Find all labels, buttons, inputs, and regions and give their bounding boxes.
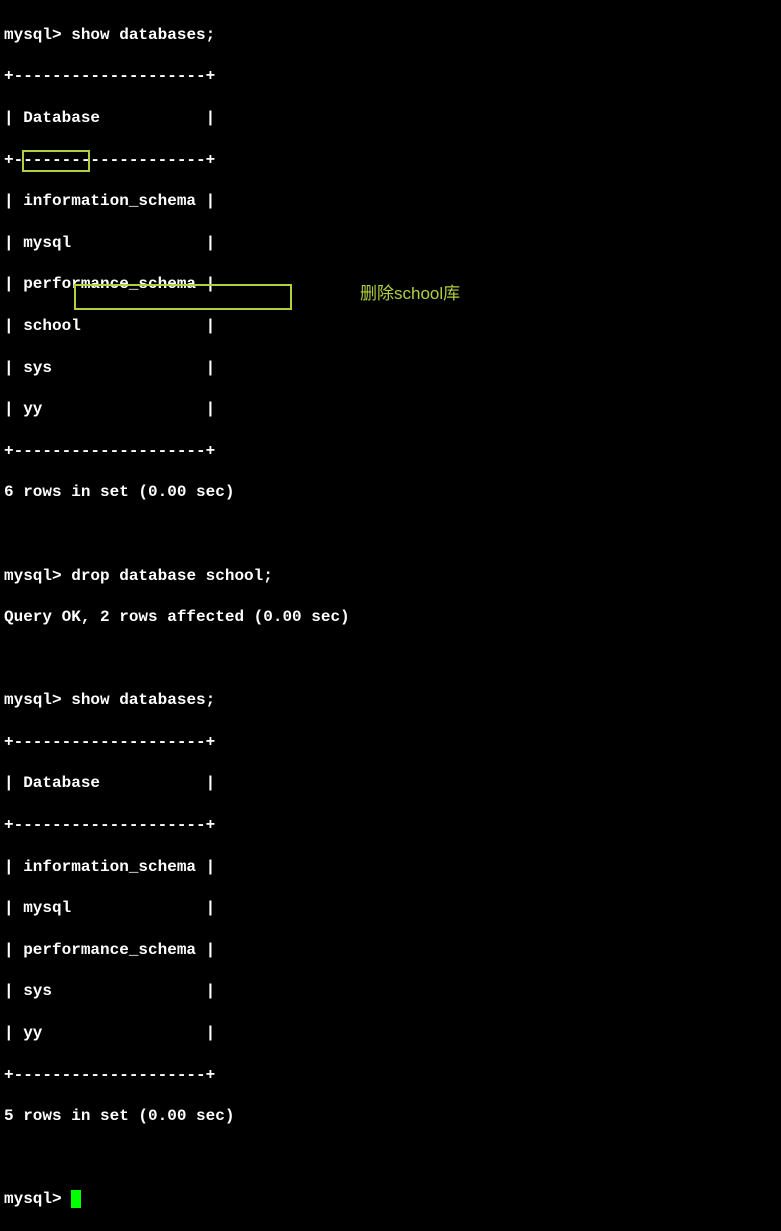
command-show-databases: show databases; <box>71 691 215 709</box>
table-row: | mysql | <box>4 233 777 254</box>
prompt: mysql> <box>4 26 62 44</box>
table-border: +--------------------+ <box>4 441 777 462</box>
table-row: | information_schema | <box>4 191 777 212</box>
table-header: | Database | <box>4 108 777 129</box>
table-header: | Database | <box>4 773 777 794</box>
result-summary: 5 rows in set (0.00 sec) <box>4 1106 777 1127</box>
table-row: | information_schema | <box>4 857 777 878</box>
table-border: +--------------------+ <box>4 815 777 836</box>
blank-line <box>4 524 777 545</box>
prompt: mysql> <box>4 567 62 585</box>
cmd-line-1: mysql> show databases; <box>4 25 777 46</box>
query-result: Query OK, 2 rows affected (0.00 sec) <box>4 607 777 628</box>
prompt-line[interactable]: mysql> <box>4 1189 777 1210</box>
result-summary: 6 rows in set (0.00 sec) <box>4 482 777 503</box>
table-row: | performance_schema | <box>4 940 777 961</box>
cursor-icon <box>71 1190 81 1208</box>
table-row: | yy | <box>4 399 777 420</box>
prompt: mysql> <box>4 1190 62 1208</box>
table-border: +--------------------+ <box>4 66 777 87</box>
table-row: | sys | <box>4 981 777 1002</box>
cmd-line-2: mysql> drop database school; <box>4 566 777 587</box>
command-drop-database: drop database school; <box>71 567 273 585</box>
table-row: | mysql | <box>4 898 777 919</box>
table-row-school: | school | <box>4 316 777 337</box>
table-border: +--------------------+ <box>4 150 777 171</box>
table-row: | sys | <box>4 358 777 379</box>
prompt: mysql> <box>4 691 62 709</box>
table-border: +--------------------+ <box>4 1065 777 1086</box>
cmd-line-3: mysql> show databases; <box>4 690 777 711</box>
blank-line <box>4 649 777 670</box>
annotation-label: 删除school库 <box>360 283 460 305</box>
blank-line <box>4 1148 777 1169</box>
table-border: +--------------------+ <box>4 732 777 753</box>
table-row: | yy | <box>4 1023 777 1044</box>
command-show-databases: show databases; <box>71 26 215 44</box>
terminal-output: mysql> show databases; +----------------… <box>4 4 777 1231</box>
